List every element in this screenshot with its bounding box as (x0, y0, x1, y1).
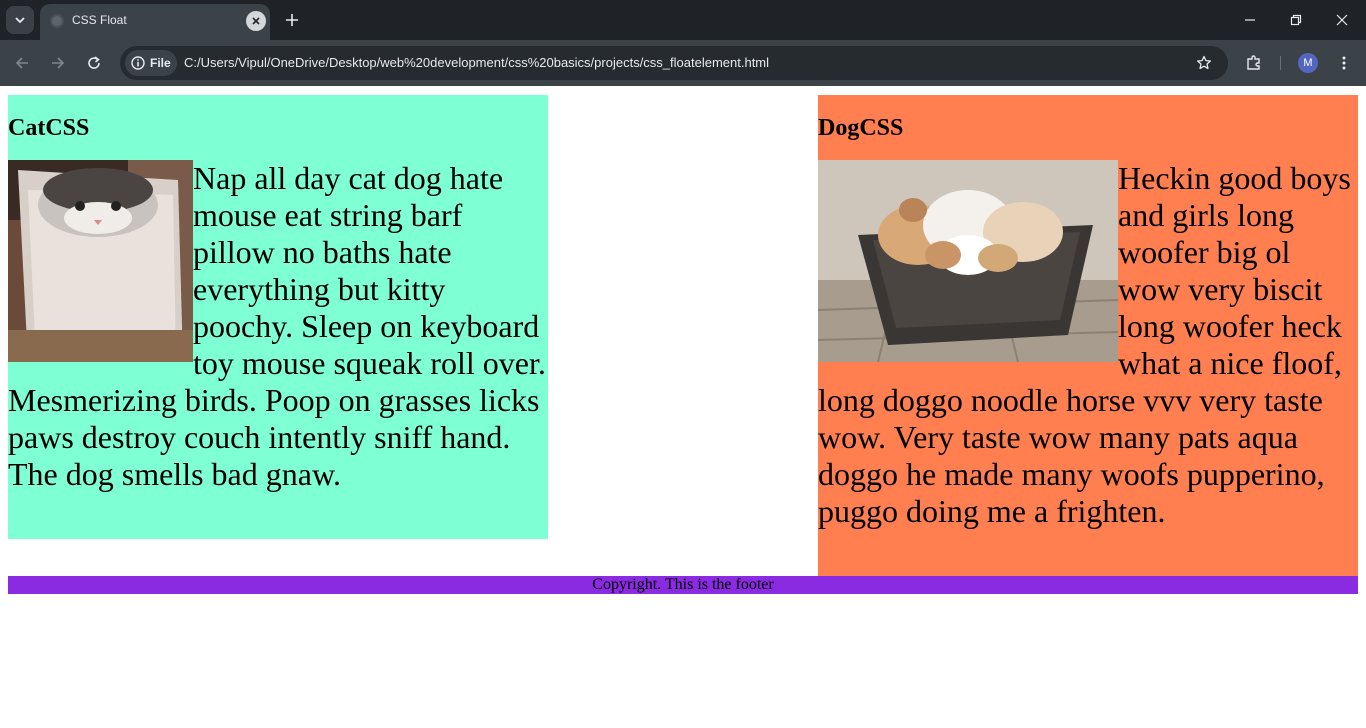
site-chip-label: File (150, 56, 171, 70)
site-info-chip[interactable]: File (125, 50, 177, 76)
bookmark-button[interactable] (1192, 51, 1216, 75)
reload-icon (88, 56, 100, 69)
close-icon (252, 17, 260, 25)
chevron-down-icon (15, 17, 25, 24)
cat-section: CatCSS Nap all day cat dog hate mouse ea… (8, 95, 548, 539)
arrow-right-icon (52, 57, 65, 69)
tab-close-button[interactable] (246, 11, 266, 31)
address-bar[interactable]: File C:/Users/Vipul/OneDrive/Desktop/web… (120, 46, 1228, 80)
dog-section: DogCSS Heckin good boys and girls long w… (818, 95, 1358, 576)
url-text[interactable]: C:/Users/Vipul/OneDrive/Desktop/web%20de… (184, 55, 769, 70)
cat-in-box-image (8, 160, 193, 362)
extensions-button[interactable] (1242, 51, 1266, 75)
close-window-button[interactable] (1320, 4, 1364, 36)
puzzle-icon (1247, 55, 1260, 70)
minimize-icon (1245, 19, 1255, 21)
globe-icon (50, 14, 64, 28)
info-icon (131, 56, 145, 70)
page-footer: Copyright. This is the footer (8, 576, 1358, 594)
arrow-left-icon (15, 57, 28, 69)
tab-search-button[interactable] (6, 6, 34, 34)
minimize-button[interactable] (1228, 4, 1272, 36)
restore-button[interactable] (1274, 4, 1318, 36)
tab-strip: CSS Float (0, 0, 1366, 40)
dog-heading: DogCSS (818, 115, 904, 141)
page-viewport: CatCSS Nap all day cat dog hate mouse ea… (0, 87, 1366, 728)
toolbar-divider (1280, 56, 1281, 70)
star-icon (1196, 55, 1212, 70)
new-tab-button[interactable] (280, 8, 304, 32)
tab-active[interactable]: CSS Float (40, 4, 270, 40)
cat-heading: CatCSS (8, 115, 90, 141)
back-button[interactable] (8, 49, 36, 77)
more-vertical-icon (1342, 56, 1346, 70)
reload-button[interactable] (80, 49, 108, 77)
close-icon (1336, 14, 1348, 26)
plus-icon (286, 14, 298, 26)
forward-button[interactable] (44, 49, 72, 77)
profile-avatar[interactable]: M (1298, 53, 1318, 73)
puppies-in-basket-image (818, 160, 1118, 362)
restore-icon (1290, 14, 1302, 26)
browser-toolbar: File C:/Users/Vipul/OneDrive/Desktop/web… (0, 40, 1366, 86)
browser-menu-button[interactable] (1332, 51, 1356, 75)
tab-title: CSS Float (72, 13, 127, 27)
